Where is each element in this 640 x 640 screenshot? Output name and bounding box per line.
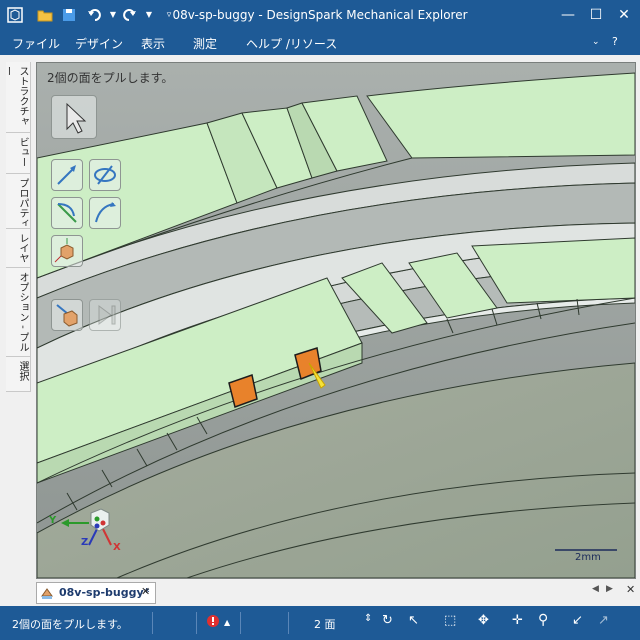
select-mode-icon[interactable]: ↖: [408, 613, 419, 628]
tab-next-icon[interactable]: ▶: [606, 584, 613, 594]
move-tool[interactable]: [51, 235, 83, 267]
document-icon: [41, 588, 53, 599]
close-icon[interactable]: ✕: [612, 4, 636, 26]
draft-tool[interactable]: [89, 197, 121, 229]
axis-triad: [61, 508, 112, 546]
maximize-icon[interactable]: ☐: [584, 4, 608, 26]
menu-file[interactable]: ファイル: [12, 35, 60, 52]
scale-bar-label: 2mm: [575, 552, 601, 563]
menu-view[interactable]: 表示: [141, 35, 165, 52]
zoom-icon[interactable]: ⚲: [538, 612, 548, 628]
axis-z-label: Z: [81, 537, 89, 548]
status-bar: 2個の面をプルします。 ▲ 2 面 ⇕ ↻ ↖ ⬚ ✥ ✛ ⚲ ↙ ↗: [0, 606, 640, 640]
menu-measure[interactable]: 測定: [193, 35, 217, 52]
tab-selection[interactable]: 選択: [6, 357, 30, 392]
pull-icon: [57, 165, 76, 185]
minimize-icon[interactable]: —: [556, 4, 580, 26]
document-tab[interactable]: 08v-sp-buggy* ✕: [36, 582, 156, 604]
complete-tool[interactable]: [89, 299, 121, 331]
3d-viewport[interactable]: 2個の面をプルします。 Y Z X 2mm: [36, 62, 636, 579]
tab-structure[interactable]: ストラクチャー: [2, 62, 30, 133]
close-all-tabs-icon[interactable]: ✕: [626, 583, 635, 596]
tab-prev-icon[interactable]: ◀: [592, 584, 599, 594]
box-select-icon[interactable]: ⬚: [444, 613, 456, 628]
pan-icon[interactable]: ✛: [512, 613, 523, 628]
error-icon[interactable]: [206, 614, 220, 631]
draft-icon: [95, 202, 116, 223]
sweep-tool[interactable]: [51, 197, 83, 229]
tab-options-pull[interactable]: オプション - プル: [6, 268, 30, 357]
tab-properties[interactable]: プロパティ: [6, 174, 30, 229]
document-tabs: 08v-sp-buggy* ✕ ◀ ▶ ✕: [30, 580, 640, 604]
viewport-hint: 2個の面をプルします。: [47, 71, 174, 85]
status-message: 2個の面をプルします。: [12, 618, 128, 631]
axis-x-label: X: [113, 542, 121, 553]
title-bar: ▼ ▼ ▿ 08v-sp-buggy - DesignSpark Mechani…: [0, 0, 640, 31]
selection-stepper-icon[interactable]: ⇕: [364, 613, 372, 624]
cube-icon: [54, 238, 74, 263]
select-arrow-icon: [66, 102, 87, 134]
tab-layers[interactable]: レイヤ: [6, 229, 30, 268]
pull-direction-tool[interactable]: [51, 159, 83, 191]
revolve-tool[interactable]: [89, 159, 121, 191]
error-dropdown-icon[interactable]: ▲: [224, 618, 230, 627]
menu-design[interactable]: デザイン: [75, 35, 123, 52]
previous-view-icon[interactable]: ↙: [572, 613, 583, 628]
select-tool-button[interactable]: [51, 95, 97, 139]
document-tab-label: 08v-sp-buggy*: [59, 586, 150, 599]
tab-view[interactable]: ビュー: [6, 133, 30, 174]
ribbon-collapse-icon[interactable]: ⌄: [592, 37, 600, 47]
fill-tool[interactable]: [51, 299, 83, 331]
rotate-icon[interactable]: ↻: [382, 613, 393, 628]
selection-count: 2 面: [314, 618, 336, 631]
revolve-icon: [94, 165, 116, 185]
play-icon: [98, 305, 116, 325]
menu-help[interactable]: ヘルプ /リソース: [246, 35, 337, 52]
sweep-icon: [57, 203, 77, 223]
menu-bar: ファイル デザイン 表示 測定 ヘルプ /リソース ⌄ ?: [0, 31, 640, 55]
window-title: 08v-sp-buggy - DesignSpark Mechanical Ex…: [172, 8, 468, 22]
next-view-icon[interactable]: ↗: [598, 613, 609, 628]
close-tab-icon[interactable]: ✕: [141, 585, 150, 598]
side-panel-tabs: ストラクチャー ビュー プロパティ レイヤ オプション - プル 選択: [2, 62, 31, 392]
fill-icon: [56, 304, 78, 327]
spin-icon[interactable]: ✥: [478, 613, 489, 628]
axis-y-label: Y: [49, 515, 57, 526]
help-icon[interactable]: ?: [612, 35, 618, 48]
